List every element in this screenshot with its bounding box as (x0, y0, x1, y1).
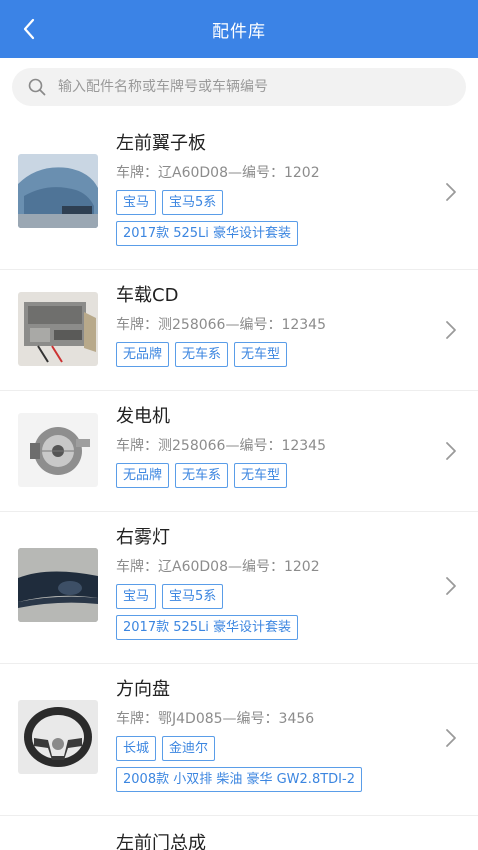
part-meta: 车牌：辽A60D08—编号：1202 (116, 559, 320, 575)
part-thumbnail (18, 700, 98, 774)
brand-tag: 宝马 (116, 190, 157, 215)
tag-row: 2008款 小双排 柴油 豪华 GW2.8TDI-2 (116, 767, 438, 798)
list-item[interactable]: 车载CD 车牌：测258066—编号：12345 无品牌 无车系 无车型 (0, 270, 478, 391)
brand-tag: 长城 (116, 736, 157, 761)
series-tag: 无车系 (175, 342, 229, 367)
series-tag: 无车系 (175, 463, 229, 488)
model-tag: 2008款 小双排 柴油 豪华 GW2.8TDI-2 (116, 767, 362, 792)
part-name: 左前门总成 (116, 833, 206, 850)
chevron-right-icon (444, 441, 458, 461)
part-name: 车载CD (116, 285, 179, 306)
search-input[interactable] (58, 79, 438, 95)
tag-row: 宝马 宝马5系 (116, 190, 438, 221)
brand-tag: 宝马 (116, 584, 157, 609)
part-name: 左前翼子板 (116, 133, 206, 154)
part-thumbnail (18, 154, 98, 228)
search-box[interactable] (12, 68, 466, 106)
chevron-right-icon (444, 728, 458, 748)
part-meta: 车牌：测258066—编号：12345 (116, 438, 326, 454)
model-tag: 无车型 (234, 463, 288, 488)
model-tag: 2017款 525Li 豪华设计套装 (116, 615, 299, 640)
tag-row: 2017款 525Li 豪华设计套装 (116, 221, 438, 252)
list-item[interactable]: 右雾灯 车牌：辽A60D08—编号：1202 宝马 宝马5系 2017款 525… (0, 512, 478, 664)
back-button[interactable] (14, 14, 44, 44)
model-tag: 2017款 525Li 豪华设计套装 (116, 221, 299, 246)
series-tag: 宝马5系 (162, 584, 224, 609)
part-meta: 车牌：辽A60D08—编号：1202 (116, 165, 320, 181)
brand-tag: 无品牌 (116, 342, 170, 367)
part-thumbnail (18, 548, 98, 622)
part-meta: 车牌：测258066—编号：12345 (116, 317, 326, 333)
parts-list: 左前翼子板 车牌：辽A60D08—编号：1202 宝马 宝马5系 2017款 5… (0, 118, 478, 850)
chevron-left-icon (23, 18, 35, 40)
search-bar (0, 58, 478, 118)
list-item[interactable]: 发电机 车牌：测258066—编号：12345 无品牌 无车系 无车型 (0, 391, 478, 512)
chevron-right-icon (444, 576, 458, 596)
tag-row: 2017款 525Li 豪华设计套装 (116, 615, 438, 646)
part-name: 方向盘 (116, 679, 170, 700)
page-title: 配件库 (212, 21, 266, 42)
tag-row: 宝马 宝马5系 (116, 584, 438, 615)
list-item[interactable]: 左前翼子板 车牌：辽A60D08—编号：1202 宝马 宝马5系 2017款 5… (0, 118, 478, 270)
part-meta: 车牌：鄂J4D085—编号：3456 (116, 711, 315, 727)
tag-row: 无品牌 无车系 无车型 (116, 342, 438, 373)
part-name: 发电机 (116, 406, 170, 427)
tag-row: 无品牌 无车系 无车型 (116, 463, 438, 494)
search-icon (28, 77, 48, 97)
part-thumbnail (18, 292, 98, 366)
tag-row: 长城 金迪尔 (116, 736, 438, 767)
series-tag: 金迪尔 (162, 736, 216, 761)
app-header: 配件库 (0, 0, 478, 58)
part-thumbnail (18, 413, 98, 487)
chevron-right-icon (444, 182, 458, 202)
brand-tag: 无品牌 (116, 463, 170, 488)
series-tag: 宝马5系 (162, 190, 224, 215)
list-item[interactable]: 方向盘 车牌：鄂J4D085—编号：3456 长城 金迪尔 2008款 小双排 … (0, 664, 478, 816)
list-item[interactable]: 左前门总成 (0, 816, 478, 850)
chevron-right-icon (444, 320, 458, 340)
part-name: 右雾灯 (116, 527, 170, 548)
model-tag: 无车型 (234, 342, 288, 367)
